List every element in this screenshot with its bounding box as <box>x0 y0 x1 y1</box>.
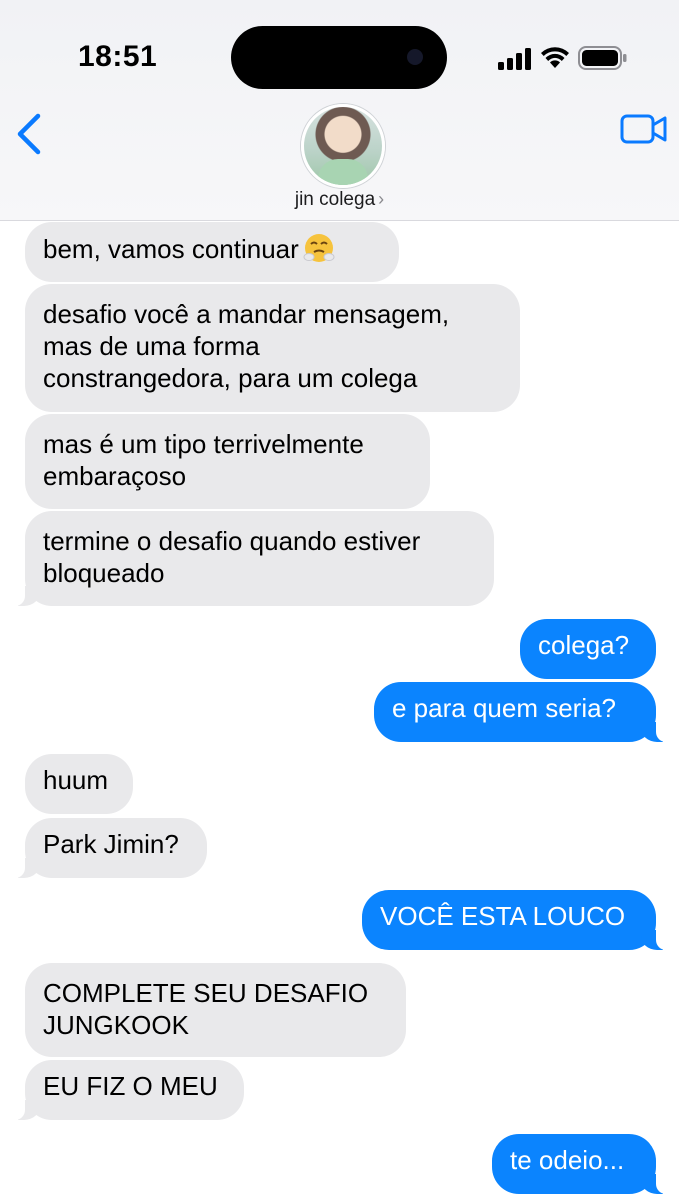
message-line: bloqueado <box>43 558 165 588</box>
message-line: COMPLETE SEU DESAFIO <box>43 978 369 1008</box>
message-text: te odeio... <box>510 1145 625 1175</box>
message-text: bem, vamos continuar <box>43 234 299 264</box>
message-line: constrangedora, para um colega <box>43 363 418 393</box>
dynamic-island <box>231 26 447 89</box>
message-line: mas de uma forma <box>43 331 260 361</box>
message-line: termine o desafio quando estiver <box>43 526 421 556</box>
message-text: huum <box>43 765 109 795</box>
message-bubble-outgoing[interactable]: te odeio... <box>492 1134 670 1194</box>
message-bubble-outgoing[interactable]: colega? <box>520 619 656 679</box>
camera-icon <box>407 49 423 65</box>
message-text: EU FIZ O MEU <box>43 1071 218 1101</box>
message-text: VOCÊ ESTA LOUCO <box>380 901 626 931</box>
message-text: Park Jimin? <box>43 829 179 859</box>
message-line: JUNGKOOK <box>43 1010 189 1040</box>
message-bubble-incoming[interactable]: COMPLETE SEU DESAFIO JUNGKOOK <box>25 963 406 1057</box>
battery-icon <box>578 46 627 70</box>
message-bubble-outgoing[interactable]: e para quem seria? <box>374 682 670 742</box>
video-call-icon[interactable] <box>620 112 668 146</box>
message-line: mas é um tipo terrivelmente <box>43 429 364 459</box>
chevron-right-icon: › <box>378 189 385 209</box>
message-line: desafio você a mandar mensagem, <box>43 299 450 329</box>
cellular-signal-icon <box>498 48 531 70</box>
message-bubble-incoming[interactable]: EU FIZ O MEU <box>11 1060 244 1120</box>
message-bubble-outgoing[interactable]: VOCÊ ESTA LOUCO <box>362 890 670 950</box>
contact-name: jin colega <box>294 189 376 210</box>
message-bubble-incoming[interactable]: huum <box>25 754 133 814</box>
status-time: 18:51 <box>78 40 158 73</box>
face-with-steam-from-nose-icon <box>303 234 335 262</box>
message-bubble-incoming[interactable]: mas é um tipo terrivelmente embaraçoso <box>25 414 430 509</box>
wifi-icon <box>541 47 569 68</box>
message-bubble-incoming[interactable]: desafio você a mandar mensagem, mas de u… <box>25 284 520 412</box>
contact-avatar[interactable] <box>301 104 385 188</box>
back-chevron-icon[interactable] <box>12 110 48 158</box>
message-bubble-incoming[interactable]: Park Jimin? <box>11 818 207 878</box>
message-line: embaraçoso <box>43 461 187 491</box>
message-text: colega? <box>538 630 630 660</box>
conversation-header: 18:51 jin colega › <box>0 0 679 221</box>
message-bubble-incoming[interactable]: termine o desafio quando estiver bloquea… <box>11 511 494 606</box>
message-bubble-incoming[interactable]: bem, vamos continuar <box>25 222 399 282</box>
contact-name-button[interactable]: jin colega › <box>0 189 679 211</box>
message-text: e para quem seria? <box>392 693 617 723</box>
